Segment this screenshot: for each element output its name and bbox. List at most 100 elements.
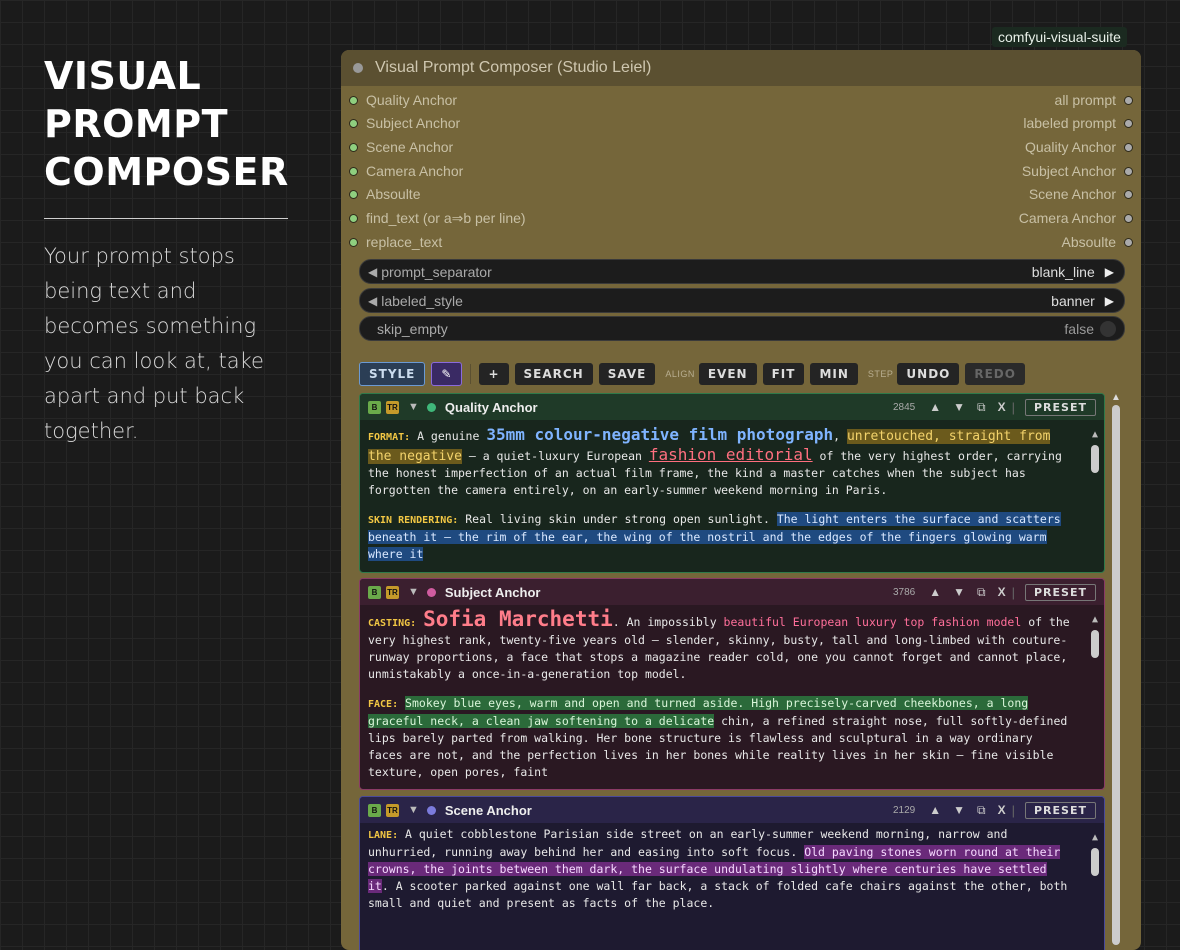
card-text-editor[interactable]: FORMAT: A genuine 35mm colour-negative f… (360, 420, 1104, 568)
preset-button[interactable]: PRESET (1025, 801, 1096, 819)
output-slot[interactable]: Camera Anchor (1019, 210, 1133, 226)
arrow-left-icon[interactable]: ◀ (368, 294, 377, 308)
preset-button[interactable]: PRESET (1025, 583, 1096, 601)
scroll-thumb[interactable] (1091, 445, 1099, 473)
card-text-editor[interactable]: LANE: A quiet cobblestone Parisian side … (360, 823, 1104, 950)
output-dot-icon[interactable] (1124, 237, 1133, 247)
toggle-knob-icon[interactable] (1100, 320, 1116, 337)
input-slot[interactable]: replace_text (349, 234, 442, 250)
b-badge[interactable]: B (368, 803, 381, 817)
card-header[interactable]: B TR ▼ Subject Anchor 3786 ▲ ▼ ⧉ X | PRE… (360, 579, 1104, 605)
step-label: STEP (867, 369, 894, 379)
tr-badge[interactable]: TR (386, 400, 399, 414)
labeled-style-combo[interactable]: ◀ labeled_style banner ▶ (359, 288, 1125, 313)
card-scrollbar[interactable]: ▲ (1090, 829, 1100, 944)
card-title: Quality Anchor (444, 399, 538, 415)
output-slot[interactable]: labeled prompt (1023, 115, 1133, 131)
input-slot[interactable]: Camera Anchor (349, 163, 463, 179)
input-dot-icon[interactable] (349, 237, 358, 247)
prompt-separator-combo[interactable]: ◀ prompt_separator blank_line ▶ (359, 259, 1125, 284)
move-down-icon[interactable]: ▼ (953, 803, 965, 817)
quality-anchor-card[interactable]: B TR ▼ Quality Anchor 2845 ▲ ▼ ⧉ X | PRE… (359, 393, 1105, 573)
output-dot-icon[interactable] (1124, 166, 1133, 176)
card-scrollbar[interactable]: ▲ (1090, 426, 1100, 562)
scroll-up-icon[interactable]: ▲ (1090, 829, 1100, 846)
undo-button[interactable]: UNDO (897, 363, 960, 385)
composer-node[interactable]: Visual Prompt Composer (Studio Leiel) Qu… (341, 50, 1141, 950)
collapse-dot-icon[interactable] (353, 63, 363, 73)
card-header[interactable]: B TR ▼ Scene Anchor 2129 ▲ ▼ ⧉ X | PRESE… (360, 797, 1104, 823)
scroll-thumb[interactable] (1112, 405, 1120, 945)
scroll-thumb[interactable] (1091, 630, 1099, 658)
redo-button[interactable]: REDO (965, 363, 1025, 385)
scene-anchor-card[interactable]: B TR ▼ Scene Anchor 2129 ▲ ▼ ⧉ X | PRESE… (359, 796, 1105, 950)
b-badge[interactable]: B (368, 400, 381, 414)
input-slot[interactable]: Scene Anchor (349, 139, 453, 155)
move-down-icon[interactable]: ▼ (953, 585, 965, 599)
output-slot[interactable]: Absoulte (1062, 234, 1133, 250)
card-scrollbar[interactable]: ▲ (1090, 611, 1100, 779)
duplicate-icon[interactable]: ⧉ (977, 803, 986, 818)
color-dot-icon[interactable] (426, 805, 436, 815)
scroll-up-icon[interactable]: ▲ (1090, 426, 1100, 443)
arrow-right-icon[interactable]: ▶ (1105, 265, 1114, 279)
move-up-icon[interactable]: ▲ (929, 400, 941, 414)
b-badge[interactable]: B (368, 585, 381, 599)
card-text-editor[interactable]: CASTING: Sofia Marchetti. An impossibly … (360, 605, 1104, 785)
output-slot[interactable]: Scene Anchor (1029, 186, 1133, 202)
even-button[interactable]: EVEN (698, 363, 757, 385)
min-button[interactable]: MIN (810, 363, 858, 385)
output-slot[interactable]: all prompt (1055, 92, 1133, 108)
close-icon[interactable]: X (998, 400, 1006, 414)
scroll-up-icon[interactable]: ▲ (1090, 611, 1100, 628)
cards-scrollbar[interactable]: ▲ (1109, 392, 1123, 950)
pen-icon[interactable]: ✎ (431, 362, 463, 386)
input-dot-icon[interactable] (349, 118, 358, 128)
output-dot-icon[interactable] (1124, 118, 1133, 128)
fit-button[interactable]: FIT (762, 363, 805, 385)
input-slot[interactable]: Absoulte (349, 186, 420, 202)
move-up-icon[interactable]: ▲ (929, 803, 941, 817)
style-button[interactable]: STYLE (359, 362, 426, 386)
arrow-left-icon[interactable]: ◀ (368, 265, 377, 279)
scroll-thumb[interactable] (1091, 848, 1099, 876)
tr-badge[interactable]: TR (386, 803, 399, 817)
collapse-triangle-icon[interactable]: ▼ (408, 401, 419, 413)
color-dot-icon[interactable] (426, 587, 436, 597)
search-button[interactable]: SEARCH (514, 363, 593, 385)
card-header[interactable]: B TR ▼ Quality Anchor 2845 ▲ ▼ ⧉ X | PRE… (360, 394, 1104, 420)
skip-empty-toggle[interactable]: skip_empty false (359, 316, 1125, 341)
input-dot-icon[interactable] (349, 95, 358, 105)
input-dot-icon[interactable] (349, 142, 358, 152)
duplicate-icon[interactable]: ⧉ (977, 400, 986, 415)
move-down-icon[interactable]: ▼ (953, 400, 965, 414)
input-slot[interactable]: Quality Anchor (349, 92, 457, 108)
collapse-triangle-icon[interactable]: ▼ (408, 804, 419, 816)
save-button[interactable]: SAVE (598, 363, 656, 385)
scroll-up-icon[interactable]: ▲ (1109, 392, 1123, 403)
output-slot[interactable]: Quality Anchor (1025, 139, 1133, 155)
tr-badge[interactable]: TR (386, 585, 399, 599)
add-button[interactable]: + (479, 363, 509, 385)
close-icon[interactable]: X (998, 585, 1006, 599)
input-dot-icon[interactable] (349, 166, 358, 176)
output-dot-icon[interactable] (1124, 189, 1133, 199)
arrow-right-icon[interactable]: ▶ (1105, 294, 1114, 308)
collapse-triangle-icon[interactable]: ▼ (408, 586, 419, 598)
duplicate-icon[interactable]: ⧉ (977, 585, 986, 600)
subject-anchor-card[interactable]: B TR ▼ Subject Anchor 3786 ▲ ▼ ⧉ X | PRE… (359, 578, 1105, 790)
output-dot-icon[interactable] (1124, 95, 1133, 105)
text-run: , (833, 429, 847, 443)
input-slot[interactable]: Subject Anchor (349, 115, 460, 131)
output-slot[interactable]: Subject Anchor (1022, 163, 1133, 179)
input-slot[interactable]: find_text (or a⇒b per line) (349, 210, 526, 227)
preset-button[interactable]: PRESET (1025, 398, 1096, 416)
output-dot-icon[interactable] (1124, 213, 1133, 223)
output-dot-icon[interactable] (1124, 142, 1133, 152)
move-up-icon[interactable]: ▲ (929, 585, 941, 599)
input-dot-icon[interactable] (349, 189, 358, 199)
color-dot-icon[interactable] (426, 402, 436, 412)
close-icon[interactable]: X (998, 803, 1006, 817)
node-header[interactable]: Visual Prompt Composer (Studio Leiel) (341, 50, 1141, 86)
input-dot-icon[interactable] (349, 214, 358, 223)
